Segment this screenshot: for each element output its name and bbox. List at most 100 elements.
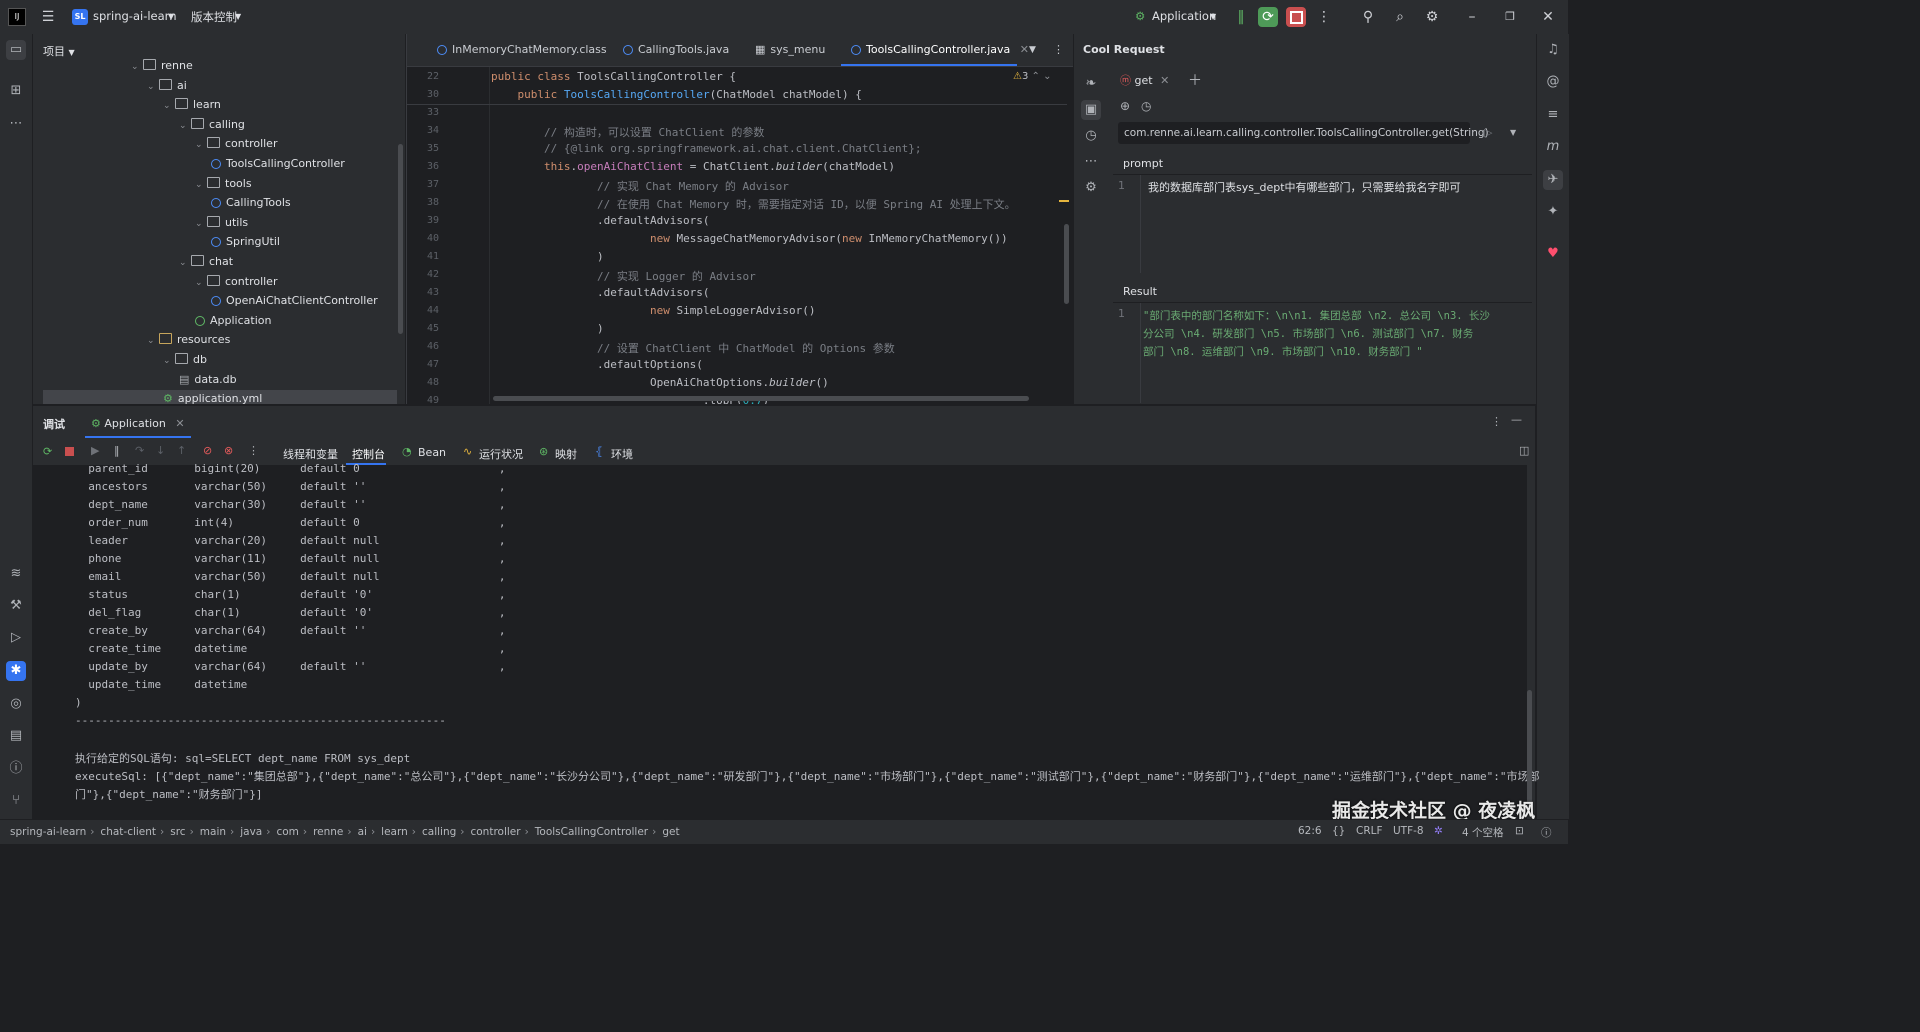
more-tools-icon[interactable]: ⋯ [6,114,26,134]
project-switcher[interactable]: spring-ai-learn [93,9,176,23]
breadcrumb-item[interactable]: ToolsCallingController [535,826,648,838]
run-icon[interactable]: ▷ [6,628,26,648]
tree-item[interactable]: ⌄ controller [195,273,277,291]
database-icon[interactable]: ≡ [1543,105,1563,125]
tree-item[interactable]: ⌄ calling [179,116,245,134]
request-icon[interactable]: ▣ [1081,100,1101,120]
ide-logo[interactable]: IJ [8,8,26,26]
add-user-icon[interactable]: ⚲ [1358,7,1378,27]
tree-item[interactable]: ToolsCallingController [199,155,345,173]
panel-more-icon[interactable]: ⋮ [1491,415,1502,428]
services-icon[interactable]: ◎ [6,694,26,714]
main-menu-icon[interactable]: ☰ [38,7,58,27]
breadcrumb-item[interactable]: java [240,826,262,838]
tree-scrollbar[interactable] [398,144,403,334]
file-encoding[interactable]: UTF-8 [1393,825,1424,837]
request-tab[interactable]: ⓜ get ✕ [1120,72,1169,88]
breadcrumb-item[interactable]: spring-ai-learn [10,826,86,838]
code-view[interactable]: 22 public class ToolsCallingController {3… [407,67,1067,404]
warning-indicator[interactable]: ⚠3 ⌃ ⌄ [1013,71,1051,82]
breadcrumb-item[interactable]: calling [422,826,456,838]
target-icon[interactable]: ⊕ [1120,99,1130,113]
result-viewer[interactable]: 1 "部门表中的部门名称如下：\n\n1. 集团总部 \n2. 总公司 \n3.… [1113,302,1532,403]
stop-icon[interactable] [65,447,74,456]
more-icon[interactable]: ⋮ [1314,7,1334,27]
plugin-icon[interactable]: ✦ [1543,202,1563,222]
send-dropdown-icon[interactable]: ▼ [1510,128,1516,137]
plugin-status-icon[interactable]: ✲ [1434,825,1443,837]
clock-icon[interactable]: ◷ [1141,99,1151,113]
notifications-icon[interactable]: ♫ [1543,40,1563,60]
maven-icon[interactable]: m [1543,137,1563,157]
chevron-down-icon[interactable]: ⌄ [131,58,143,76]
chevron-down-icon[interactable]: ⌄ [179,254,191,272]
tree-item[interactable]: ⌄ ai [147,77,187,95]
tree-item[interactable]: ⌄ utils [195,214,248,232]
resume-icon[interactable]: ▶ [91,444,99,457]
tree-item[interactable]: ⌄ resources [147,331,230,349]
breadcrumb-item[interactable]: learn [381,826,408,838]
build-icon[interactable]: ⚒ [6,596,26,616]
database-icon[interactable]: ≋ [6,564,26,584]
tree-item[interactable]: ⌄ renne [131,58,193,75]
terminal-icon[interactable]: ▤ [6,726,26,746]
tree-item[interactable]: ⌄ learn [163,96,221,114]
plugin-red-icon[interactable]: ♥ [1543,244,1563,264]
breakpoints-icon[interactable]: ⊘ [203,444,212,457]
restore-icon[interactable]: ❐ [1500,7,1520,27]
close-tab-icon[interactable]: ✕ [1020,43,1029,56]
breadcrumb-item[interactable]: get [662,826,679,838]
tab-inmemorychatmemory[interactable]: InMemoryChatMemory.class [437,34,607,66]
breadcrumb-item[interactable]: main [200,826,226,838]
add-tab-icon[interactable]: ＋ [1188,70,1202,90]
settings-icon[interactable]: ⚙ [1422,7,1442,27]
breadcrumb-item[interactable]: chat-client [100,826,156,838]
run-config-selector[interactable]: Application [1152,9,1216,23]
braces-icon[interactable]: {} [1332,825,1345,837]
settings-icon[interactable]: ⚙ [1081,178,1101,198]
tree-item[interactable]: ⚙ application.yml [43,390,397,404]
indent-setting[interactable]: 4 个空格 [1462,825,1504,840]
tree-item[interactable]: CallingTools [199,194,291,212]
more-icon[interactable]: ⋯ [1081,152,1101,172]
prompt-editor[interactable]: 1 我的数据库部门表sys_dept中有哪些部门，只需要给我名字即可 [1113,174,1532,273]
step-out-icon[interactable]: ↑ [177,444,186,457]
cool-request-icon[interactable]: ✈ [1543,170,1563,190]
chevron-down-icon[interactable]: ⌄ [195,176,207,194]
tab-environment[interactable]: 环境 [611,446,633,462]
tree-item[interactable]: ⌄ db [163,351,207,369]
chevron-down-icon[interactable]: ⌄ [179,117,191,135]
toolbar-more-icon[interactable]: ⋮ [248,444,259,457]
step-over-icon[interactable]: ↷ [135,444,144,457]
mute-breakpoints-icon[interactable]: ⊗ [224,444,233,457]
breadcrumb-item[interactable]: src [170,826,185,838]
tab-callingtools[interactable]: CallingTools.java [623,34,729,66]
tab-mappings[interactable]: 映射 [555,446,577,462]
tab-sys-menu[interactable]: ▦ sys_menu [755,34,825,66]
breadcrumb-item[interactable]: com [276,826,298,838]
minimize-icon[interactable]: – [1462,7,1482,27]
layout-icon[interactable]: ◫ [1519,444,1529,457]
tree-item[interactable]: ⌄ chat [179,253,233,271]
rerun-debug-icon[interactable]: ⟳ [1258,7,1278,27]
structure-icon[interactable]: ⊞ [6,81,26,101]
tree-item[interactable]: ⌄ controller [195,135,277,153]
breadcrumb-item[interactable]: controller [470,826,520,838]
chevron-down-icon[interactable]: ⌄ [163,97,175,115]
vcs-menu[interactable]: 版本控制 [191,9,237,25]
console-scrollbar[interactable] [1527,690,1532,810]
chevron-down-icon[interactable]: ⌄ [163,352,175,370]
tree-item[interactable]: OpenAiChatClientController [199,292,378,310]
chevron-down-icon[interactable]: ⌄ [147,332,159,350]
debug-icon[interactable]: ✱ [6,661,26,681]
breadcrumb-item[interactable]: ai [358,826,367,838]
project-panel-title[interactable]: 项目 ▼ [43,43,75,59]
pause-icon[interactable]: ‖ [1231,7,1251,27]
notification-status-icon[interactable]: ⓘ [1541,825,1552,840]
tab-console[interactable]: 控制台 [352,446,385,462]
project-folder-icon[interactable]: ▭ [6,40,26,60]
tree-item[interactable]: ▤ data.db [167,371,237,389]
tab-threads-variables[interactable]: 线程和变量 [283,446,338,462]
close-icon[interactable]: ✕ [1538,7,1558,27]
history-icon[interactable]: ◷ [1081,126,1101,146]
